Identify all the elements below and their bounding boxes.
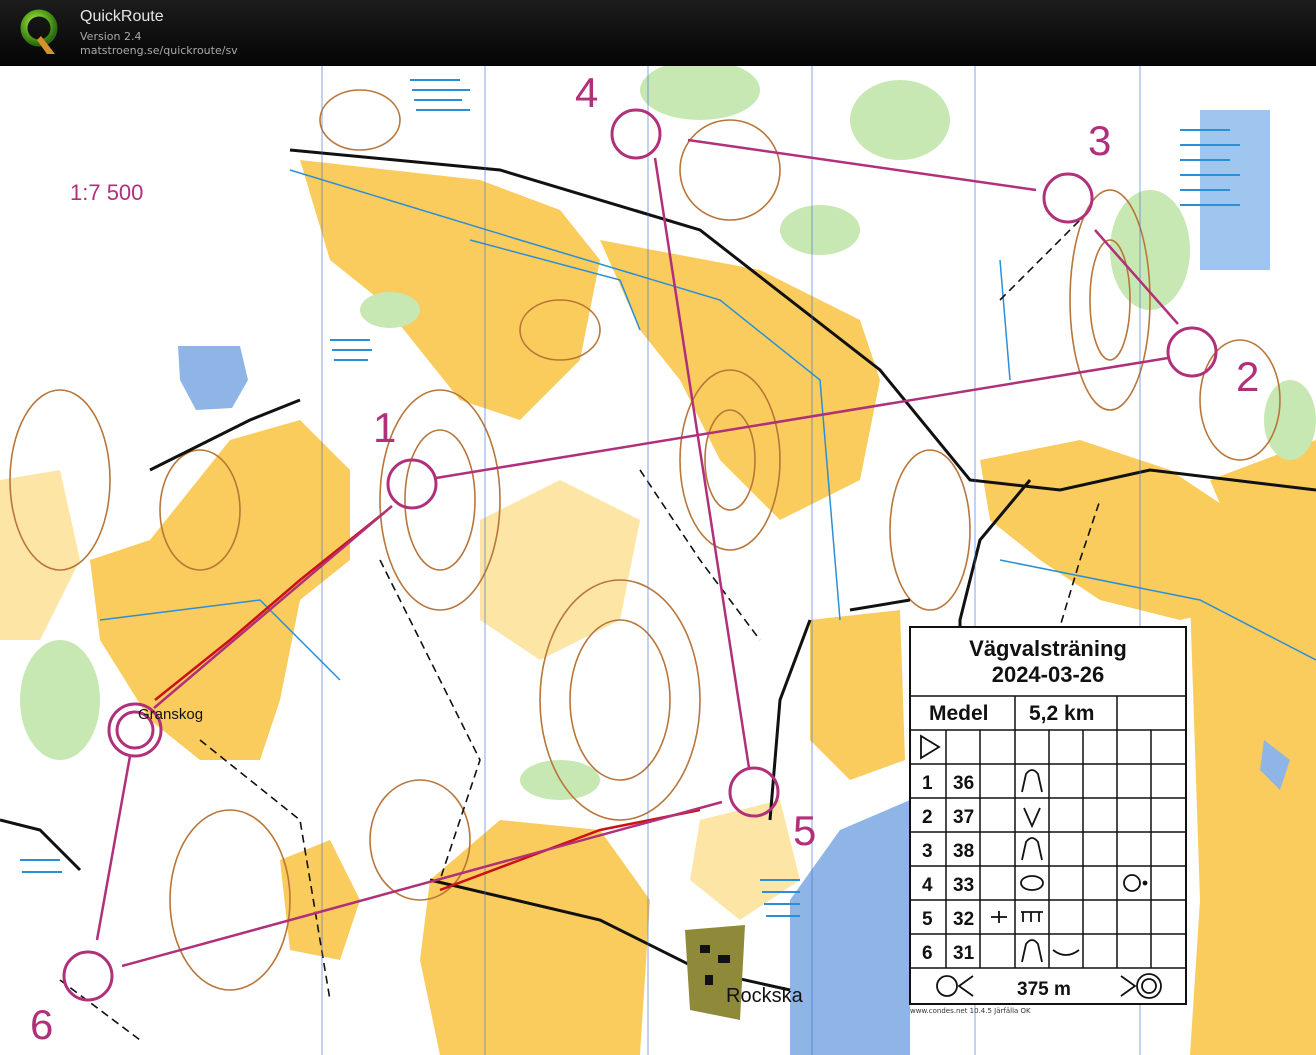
finish-arrow-icon: [1120, 975, 1137, 997]
start-circle-icon: [936, 975, 958, 997]
control-code: 33: [953, 875, 975, 896]
control-code: 38: [953, 841, 975, 862]
ditch-icon: [1021, 911, 1043, 922]
finish-circle-icon: [1136, 973, 1162, 999]
place-label-rockska: Rockska: [726, 985, 803, 1007]
control-number: 3: [922, 841, 933, 862]
depression-icon: [1020, 875, 1044, 891]
control-number: 1: [922, 773, 933, 794]
funnel-arrow-icon: [957, 975, 974, 997]
control-number: 2: [922, 807, 933, 828]
finish-distance: 375 m: [1017, 979, 1071, 1000]
control-description-card: Vägvalsträning 2024-03-26 Medel 5,2 km 1…: [909, 626, 1187, 1005]
map-scale: 1:7 500: [70, 180, 144, 205]
control-code: 37: [953, 807, 975, 828]
app-title: QuickRoute: [80, 8, 164, 25]
title-bar: QuickRoute Version 2.4 matstroeng.se/qui…: [0, 0, 1316, 66]
control-number: 6: [922, 943, 933, 964]
depression-feature-icon: [1123, 874, 1141, 892]
map-credit: www.condes.net 10.4.5 Järfälla OK: [910, 1007, 1031, 1015]
card-distance: 5,2 km: [1029, 702, 1095, 725]
start-triangle-icon: [920, 734, 941, 760]
between-icon: [1052, 949, 1080, 956]
control-code: 36: [953, 773, 975, 794]
control-label-1: 1: [373, 404, 397, 451]
knoll-icon: [1021, 837, 1043, 861]
control-label-5: 5: [793, 807, 817, 854]
scale-panel: 1:7 500: [0, 66, 280, 346]
quickroute-logo-icon: [20, 9, 58, 54]
control-number: 4: [922, 875, 933, 896]
app-version: Version 2.4: [80, 30, 142, 43]
control-number: 5: [922, 909, 933, 930]
reentrant-icon: [1023, 807, 1041, 829]
card-class: Medel: [929, 702, 989, 725]
control-code: 31: [953, 943, 975, 964]
place-label-granskog: Granskog: [138, 706, 204, 723]
knoll-icon: [1021, 939, 1043, 963]
control-label-4: 4: [575, 69, 599, 116]
control-label-2: 2: [1236, 353, 1260, 400]
app-url: matstroeng.se/quickroute/sv: [80, 44, 238, 57]
control-label-3: 3: [1088, 117, 1112, 164]
control-label-6: 6: [30, 1001, 54, 1048]
knoll-icon: [1021, 769, 1043, 793]
control-code: 32: [953, 909, 975, 930]
